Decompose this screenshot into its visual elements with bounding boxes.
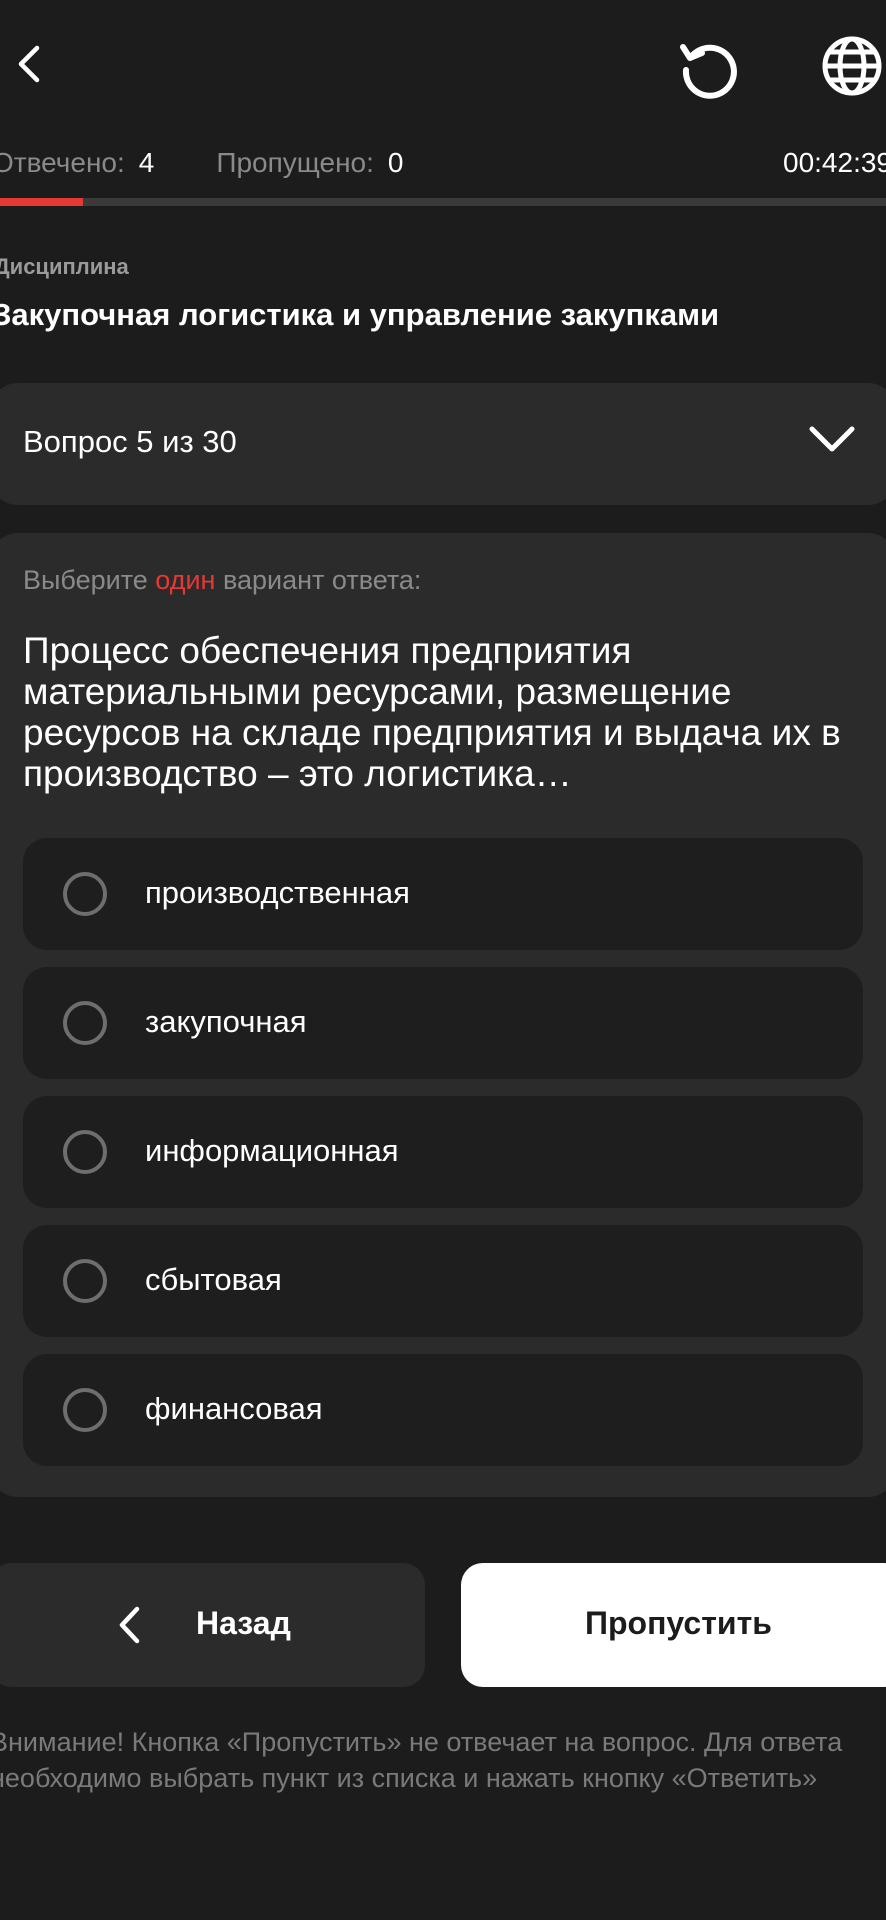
refresh-icon[interactable] [674, 34, 742, 102]
discipline-label: Дисциплина [0, 254, 129, 279]
back-button-label: Назад [196, 1605, 291, 1641]
answer-option[interactable]: закупочная [23, 967, 863, 1079]
instruction-accent: один [155, 565, 216, 595]
option-label: финансовая [145, 1391, 323, 1426]
radio-button[interactable] [63, 872, 107, 916]
instruction-text: Выберите [23, 565, 156, 595]
discipline-title: Закупочная логистика и управление закупк… [0, 297, 720, 332]
option-label: сбытовая [145, 1262, 282, 1297]
answered-count: 4 [138, 147, 155, 178]
progress-bar [0, 198, 886, 206]
skipped-count: 0 [387, 147, 404, 178]
stats-row: Отвечено: 4 Пропущено: 0 [0, 145, 886, 181]
answer-option[interactable]: производственная [23, 838, 863, 950]
progress-fill [0, 198, 83, 206]
option-label: закупочная [145, 1004, 307, 1039]
option-label: производственная [145, 875, 410, 910]
instruction-text-end: вариант ответа: [215, 565, 422, 595]
skipped-label: Пропущено: [216, 147, 374, 178]
back-icon[interactable] [8, 40, 48, 88]
answer-option[interactable]: информационная [23, 1096, 863, 1208]
chevron-left-icon [116, 1605, 142, 1650]
question-selector[interactable]: Вопрос 5 из 30 [0, 383, 886, 505]
skip-notice: Внимание! Кнопка «Пропустить» не отвечае… [0, 1727, 843, 1793]
option-label: информационная [145, 1133, 399, 1168]
instruction: Выберите один вариант ответа: [23, 565, 421, 596]
globe-icon[interactable] [820, 32, 886, 100]
answered-label: Отвечено: [0, 147, 125, 178]
answer-option[interactable]: сбытовая [23, 1225, 863, 1337]
back-button[interactable]: Назад [0, 1563, 425, 1687]
radio-button[interactable] [63, 1259, 107, 1303]
radio-button[interactable] [63, 1388, 107, 1432]
skip-button[interactable]: Пропустить [461, 1563, 886, 1687]
question-counter: Вопрос 5 из 30 [23, 424, 237, 459]
radio-button[interactable] [63, 1130, 107, 1174]
answer-option[interactable]: финансовая [23, 1354, 863, 1466]
radio-button[interactable] [63, 1001, 107, 1045]
timer: 00:42:39 [783, 147, 886, 178]
question-text: Процесс обеспечения предприятия материал… [23, 630, 841, 794]
chevron-down-icon [808, 423, 856, 462]
skip-button-label: Пропустить [585, 1605, 772, 1641]
